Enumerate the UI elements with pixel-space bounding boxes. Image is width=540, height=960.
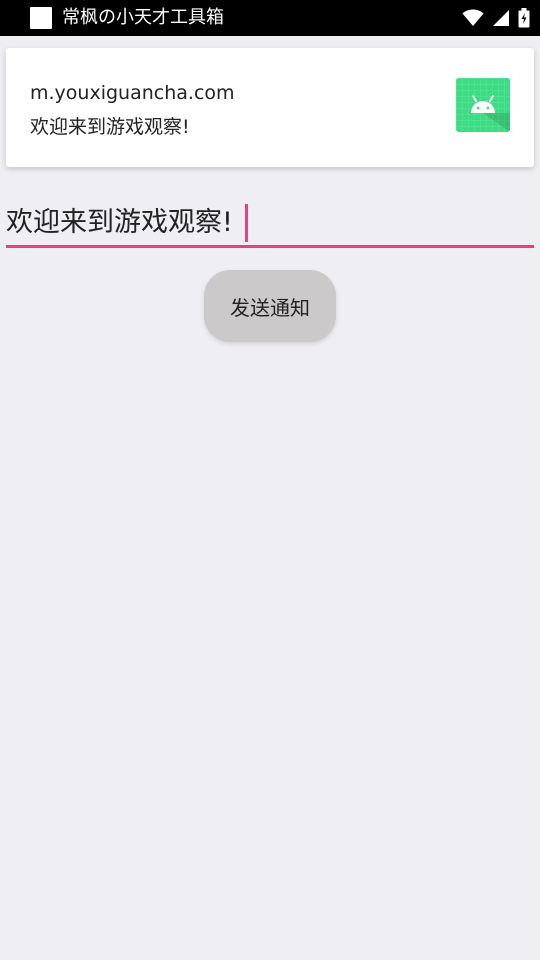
notification-message: 欢迎来到游戏观察! bbox=[30, 116, 190, 138]
status-bar: 常枫の小天才工具箱 bbox=[0, 0, 540, 36]
notification-domain: m.youxiguancha.com bbox=[30, 82, 235, 104]
signal-icon bbox=[492, 9, 510, 27]
status-icons bbox=[462, 0, 530, 36]
message-input-value: 欢迎来到游戏观察! bbox=[6, 206, 233, 238]
wifi-icon bbox=[462, 9, 484, 27]
text-caret bbox=[244, 203, 248, 242]
app-icon bbox=[30, 7, 52, 29]
notification-card[interactable]: m.youxiguancha.com 欢迎来到游戏观察! bbox=[6, 48, 534, 167]
send-notification-button[interactable]: 发送通知 bbox=[204, 270, 336, 342]
battery-icon bbox=[518, 8, 530, 28]
android-icon bbox=[456, 78, 510, 132]
status-app-title: 常枫の小天才工具箱 bbox=[62, 7, 224, 28]
message-input[interactable]: 欢迎来到游戏观察! bbox=[6, 200, 534, 248]
